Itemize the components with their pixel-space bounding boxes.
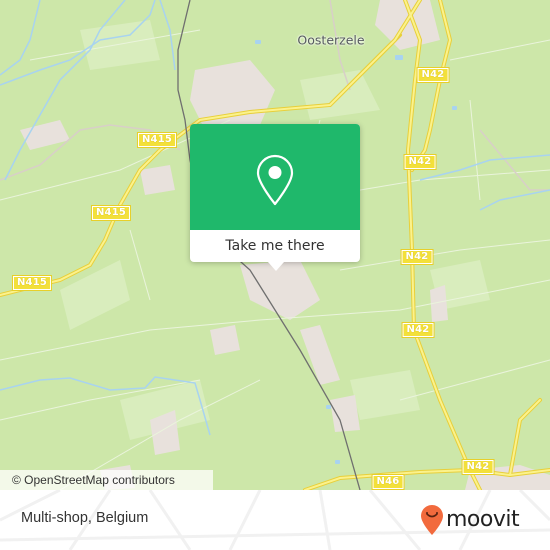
moovit-smile-pin-icon [421, 505, 443, 535]
map-pin-icon [256, 154, 294, 206]
map-view[interactable]: Oosterzele N42 N415 N42 N415 N415 N42 N4… [0, 0, 550, 490]
take-me-there-button[interactable]: Take me there [190, 230, 360, 262]
road-label: N42 [400, 249, 434, 265]
footer-bar: Multi-shop, Belgium moovit [0, 490, 550, 550]
road-label: N42 [461, 459, 495, 475]
road-label: N42 [403, 154, 437, 170]
moovit-wordmark: moovit [446, 506, 520, 532]
road-label: N46 [371, 474, 405, 490]
town-label-oosterzele: Oosterzele [297, 32, 365, 48]
map-attribution[interactable]: © OpenStreetMap contributors [0, 470, 213, 490]
road-label: N42 [401, 322, 435, 338]
road-label: N415 [136, 132, 178, 148]
location-popup: Take me there [190, 124, 360, 271]
place-name: Multi-shop, Belgium [21, 510, 149, 526]
popup-pointer [268, 262, 284, 271]
road-label: N415 [90, 205, 132, 221]
moovit-logo[interactable]: moovit [420, 504, 520, 536]
road-label: N415 [11, 275, 53, 291]
popup-header [190, 124, 360, 230]
road-label: N42 [416, 67, 450, 83]
